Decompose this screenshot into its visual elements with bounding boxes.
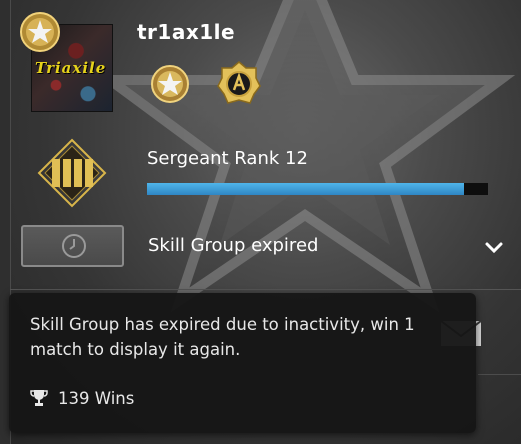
avatar-text: Triaxile [35, 59, 107, 77]
service-medal-icon [20, 12, 60, 52]
coin-icon[interactable] [216, 60, 262, 106]
divider [10, 289, 521, 290]
service-medal-icon[interactable] [149, 63, 191, 105]
chevron-down-icon[interactable] [484, 241, 504, 255]
skill-group-badge[interactable] [21, 225, 124, 267]
rank-chevron-icon [37, 138, 107, 208]
skill-group-status: Skill Group expired [148, 235, 319, 256]
trophy-icon [30, 390, 48, 406]
divider [478, 374, 521, 375]
wins-count: 139 Wins [58, 389, 135, 408]
rank-title: Sergeant Rank 12 [147, 148, 308, 169]
username[interactable]: tr1ax1le [137, 20, 235, 44]
skill-group-tooltip: Skill Group has expired due to inactivit… [9, 293, 476, 433]
tooltip-message: Skill Group has expired due to inactivit… [30, 315, 415, 359]
xp-progress-fill [147, 183, 465, 195]
xp-progress-bar [147, 183, 488, 195]
clock-icon [62, 234, 86, 258]
